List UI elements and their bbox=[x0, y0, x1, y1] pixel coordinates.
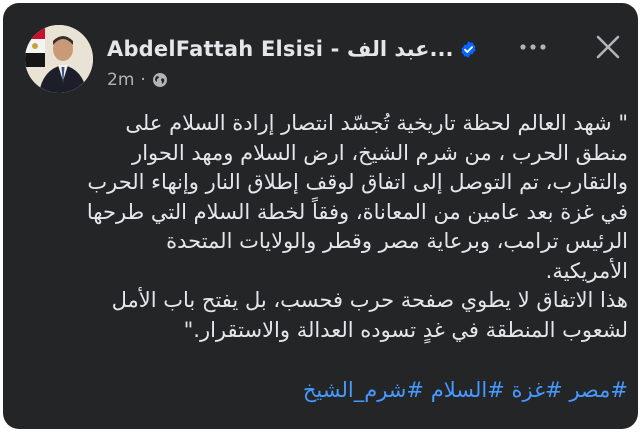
post-text-line: لشعوب المنطقة في غدٍ تسوده العدالة والاس… bbox=[183, 317, 628, 342]
globe-icon[interactable] bbox=[152, 72, 168, 88]
post-text-line: والتقارب، تم التوصل إلى اتفاق لوقف إطلاق… bbox=[87, 170, 628, 194]
profile-photo bbox=[25, 25, 93, 93]
hashtag-row: #مصر #غزة #السلام #شرم_الشيخ bbox=[23, 375, 628, 405]
hashtag-link[interactable]: #مصر bbox=[569, 378, 628, 402]
hashtag-link[interactable]: #شرم_الشيخ bbox=[303, 378, 424, 402]
post-text-line: الرئيس ترامب، وبرعاية مصر وقطر والولايات… bbox=[166, 229, 628, 253]
author-name[interactable]: AbdelFattah Elsisi - عبد الف... bbox=[107, 37, 453, 61]
post-meta: 2m · bbox=[107, 69, 168, 91]
post-text-line: في غزة بعد عامين من المعاناة، وفقاً لخطة… bbox=[86, 199, 628, 224]
post-text-line: منطق الحرب ، من شرم الشيخ، ارض السلام وم… bbox=[132, 140, 628, 165]
hashtag-link[interactable]: #غزة bbox=[511, 378, 562, 402]
author-row: AbdelFattah Elsisi - عبد الف... bbox=[107, 31, 478, 67]
post-timestamp[interactable]: 2m bbox=[107, 70, 134, 90]
post-text-line: الأمريكية. bbox=[545, 258, 628, 283]
post-text: " شهد العالم لحظة تاريخية تُجسّد انتصار … bbox=[23, 109, 628, 345]
more-dots-icon bbox=[520, 44, 546, 50]
more-options-button[interactable] bbox=[513, 29, 553, 65]
post-text-line: " شهد العالم لحظة تاريخية تُجسّد انتصار … bbox=[125, 111, 628, 135]
close-button[interactable] bbox=[588, 27, 628, 67]
post-text-line: هذا الاتفاق لا يطوي صفحة حرب فحسب، بل يف… bbox=[111, 288, 628, 312]
meta-separator: · bbox=[140, 70, 146, 90]
verified-badge-icon bbox=[459, 40, 478, 59]
post-card: AbdelFattah Elsisi - عبد الف... 2m · " ش… bbox=[3, 3, 638, 429]
hashtag-link[interactable]: #السلام bbox=[431, 378, 505, 402]
close-icon bbox=[596, 35, 620, 59]
avatar[interactable] bbox=[25, 25, 93, 93]
